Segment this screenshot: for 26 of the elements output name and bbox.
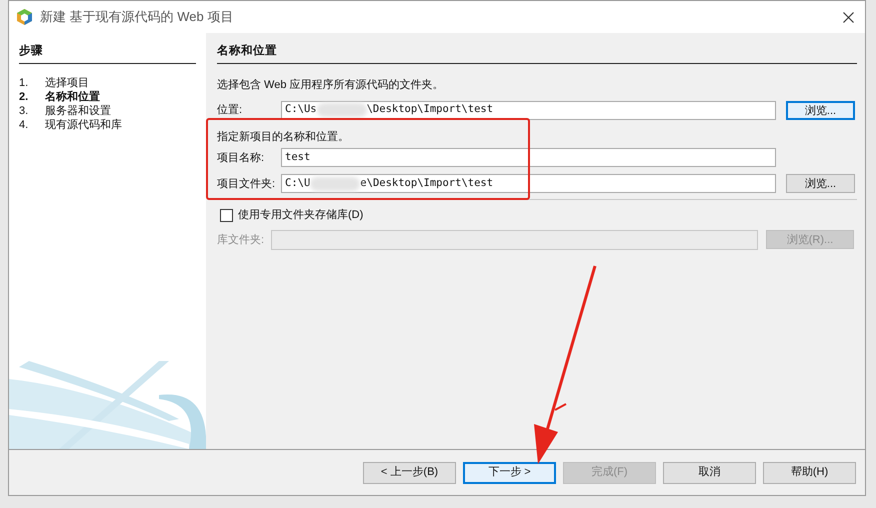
field-label: 项目名称: [217, 150, 266, 166]
hint-text: 指定新项目的名称和位置。 [217, 130, 350, 145]
input-field[interactable]: C:\U e\Desktop\Import\test [281, 174, 776, 194]
step-item: 1. 选择项目 [19, 76, 90, 90]
close-icon[interactable] [843, 12, 854, 22]
browse-button[interactable]: 浏览... [786, 100, 855, 120]
wizard-button[interactable]: 帮助(H) [763, 462, 856, 484]
window-title: 新建 基于现有源代码的 Web 项目 [40, 8, 234, 26]
wizard-button[interactable]: 取消 [663, 462, 756, 484]
wizard-button[interactable]: < 上一步(B) [363, 462, 456, 484]
steps-title: 步骤 [19, 43, 196, 64]
browse-button[interactable]: 浏览... [786, 174, 855, 194]
checkbox[interactable] [220, 209, 233, 222]
step-item: 3. 服务器和设置 [19, 104, 112, 118]
checkbox-label: 使用专用文件夹存储库(D) [238, 208, 364, 224]
section-title: 名称和位置 [217, 43, 857, 64]
field-label: 位置: [217, 103, 244, 118]
input-field[interactable]: test [281, 148, 776, 168]
wizard-button[interactable]: 下一步 > [463, 462, 556, 484]
field-label: 项目文件夹: [217, 176, 276, 192]
app-logo-icon [17, 9, 32, 25]
step-item: 4. 现有源代码和库 [19, 118, 123, 132]
step-item: 2. 名称和位置 [19, 90, 101, 104]
input-field[interactable]: C:\Us \Desktop\Import\test [281, 100, 776, 120]
field-label: 库文件夹: [217, 232, 266, 248]
intro-text: 选择包含 Web 应用程序所有源代码的文件夹。 [217, 78, 445, 94]
